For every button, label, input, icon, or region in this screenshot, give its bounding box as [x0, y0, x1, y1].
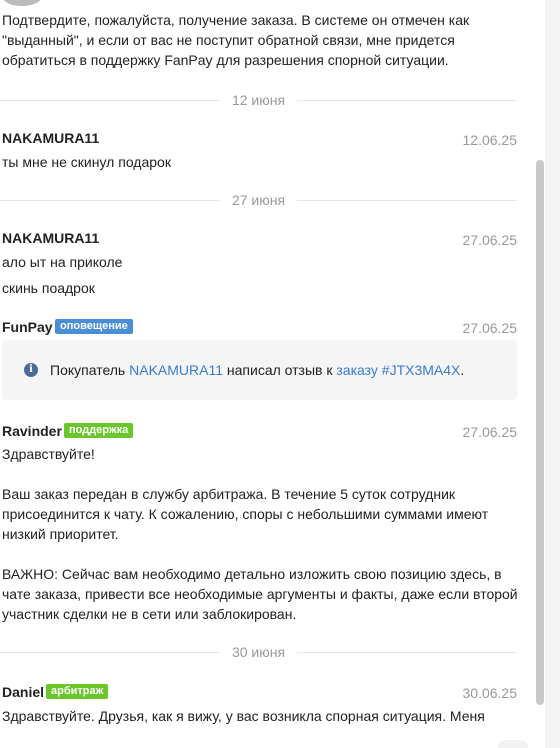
message-author[interactable]: NAKAMURA11: [2, 229, 99, 247]
message-author[interactable]: Ravinder: [2, 422, 62, 440]
message-author[interactable]: Daniel: [2, 683, 44, 701]
date-label: 30 июня: [231, 644, 286, 660]
message-time: 27.06.25: [462, 232, 518, 248]
message-time: 27.06.25: [462, 320, 518, 336]
message-text: Подтвердите, пожалуйста, получение заказ…: [2, 12, 470, 68]
review-notice: i Покупатель NAKAMURA11 написал отзыв к …: [2, 340, 517, 400]
scroll-down-button[interactable]: [498, 740, 528, 748]
message-text: скинь поадрок: [2, 280, 95, 296]
message-text: ало ыт на приколе: [2, 254, 123, 270]
message-author[interactable]: NAKAMURA11: [2, 129, 99, 147]
message-text: Здравствуйте. Друзья, как я вижу, у вас …: [2, 708, 485, 724]
scrollbar-track[interactable]: [545, 0, 560, 748]
buyer-link[interactable]: NAKAMURA11: [129, 362, 223, 378]
message-author[interactable]: FunPay: [2, 318, 53, 336]
message-text: Здравствуйте!: [2, 446, 95, 462]
notice-suffix: .: [460, 362, 465, 378]
message-text: ВАЖНО: Сейчас вам необходимо детально из…: [2, 566, 518, 622]
arbitration-badge: арбитраж: [46, 684, 109, 699]
message-time: 30.06.25: [462, 685, 518, 701]
date-divider: 27 июня: [0, 190, 517, 210]
date-label: 12 июня: [231, 92, 286, 108]
notification-badge: оповещение: [55, 319, 133, 334]
date-divider: 30 июня: [0, 642, 517, 662]
bottom-fade: [0, 732, 545, 748]
date-divider: 12 июня: [0, 90, 517, 110]
scrollbar-thumb[interactable]: [536, 160, 544, 705]
chat-messages: Подтвердите, пожалуйста, получение заказ…: [0, 0, 545, 748]
info-icon: i: [24, 363, 38, 377]
message-time: 27.06.25: [462, 424, 518, 440]
avatar: [2, 0, 42, 6]
date-label: 27 июня: [231, 192, 286, 208]
notice-prefix: Покупатель: [50, 362, 130, 378]
order-link[interactable]: заказу #JTX3MA4X: [336, 362, 460, 378]
message-time: 12.06.25: [462, 132, 518, 148]
notice-middle: написал отзыв к: [223, 362, 337, 378]
message-text: ты мне не скинул подарок: [2, 154, 171, 170]
message-text: Ваш заказ передан в службу арбитража. В …: [2, 486, 489, 542]
notice-text: Покупатель NAKAMURA11 написал отзыв к за…: [50, 360, 464, 380]
support-badge: поддержка: [64, 423, 134, 438]
